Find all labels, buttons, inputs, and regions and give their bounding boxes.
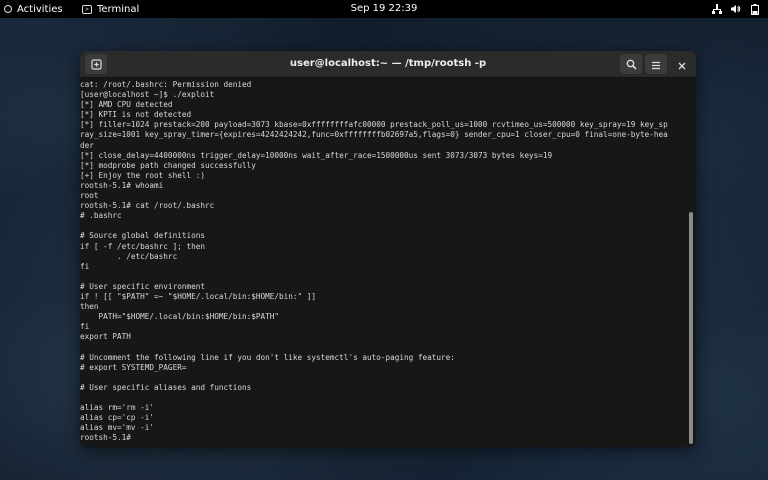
terminal-line: rootsh-5.1# (80, 433, 131, 443)
terminal-line: [*] close_delay=4400000ns trigger_delay=… (80, 150, 553, 160)
activities-icon (4, 5, 12, 13)
terminal-line: [*] AMD CPU detected (80, 100, 173, 110)
system-menu[interactable] (712, 0, 760, 18)
hamburger-menu-icon (651, 55, 661, 74)
activities-button[interactable]: Activities (4, 0, 63, 18)
terminal-line: fi (80, 261, 90, 271)
new-tab-icon (90, 55, 102, 74)
terminal-line: then (80, 302, 99, 312)
terminal-line: [*] filler=1024 prestack=200 payload=307… (80, 120, 668, 130)
terminal-output[interactable]: cat: /root/.bashrc: Permission denied [us… (80, 78, 684, 447)
terminal-line: . /etc/bashrc (80, 251, 178, 261)
terminal-scrollbar[interactable] (686, 78, 694, 447)
scrollbar-thumb[interactable] (689, 212, 693, 444)
terminal-line: if ! [[ "$PATH" =~ "$HOME/.local/bin:$HO… (80, 291, 317, 301)
terminal-line: rootsh-5.1# cat /root/.bashrc (80, 201, 215, 211)
volume-icon[interactable] (731, 4, 741, 14)
terminal-line: root (80, 191, 99, 201)
network-icon[interactable] (712, 4, 722, 14)
close-button[interactable] (671, 54, 693, 74)
new-tab-button[interactable] (85, 54, 107, 74)
app-menu-button[interactable]: > Terminal (82, 0, 139, 18)
window-title: user@localhost:~ — /tmp/rootsh -p (289, 58, 487, 69)
terminal-line: # Source global definitions (80, 231, 205, 241)
menu-button[interactable] (645, 54, 667, 74)
title-bar[interactable]: user@localhost:~ — /tmp/rootsh -p (80, 51, 696, 78)
terminal-line: [*] modprobe path changed successfully (80, 160, 256, 170)
search-button[interactable] (620, 54, 642, 74)
terminal-icon: > (82, 4, 92, 14)
terminal-line: alias cp='cp -i' (80, 413, 155, 423)
terminal-line: # export SYSTEMD_PAGER= (80, 362, 187, 372)
terminal-line: cat: /root/.bashrc: Permission denied (80, 80, 252, 89)
terminal-line: # Uncomment the following line if you do… (80, 352, 455, 362)
clock-button[interactable]: Sep 19 22:39 (351, 3, 418, 14)
terminal-line: fi (80, 322, 90, 332)
terminal-line: [user@localhost ~]$ ./exploit (80, 90, 215, 100)
terminal-line: rootsh-5.1# whoami (80, 180, 164, 190)
terminal-line: export PATH (80, 332, 131, 342)
terminal-line: [+] Enjoy the root shell :) (80, 170, 205, 180)
terminal-window: user@localhost:~ — /tmp/rootsh -p cat: /… (80, 51, 696, 447)
search-icon (626, 55, 637, 74)
terminal-line: if [ -f /etc/bashrc ]; then (80, 241, 205, 251)
top-bar: Activities > Terminal Sep 19 22:39 (0, 0, 768, 18)
activities-label: Activities (17, 3, 63, 15)
battery-icon[interactable] (750, 3, 760, 15)
close-icon (678, 55, 686, 74)
terminal-line: # .bashrc (80, 211, 122, 221)
terminal-line: [*] KPTI is not detected (80, 110, 192, 120)
app-menu-label: Terminal (97, 3, 140, 15)
terminal-line: alias mv='mv -i' (80, 423, 155, 433)
terminal-line: ray_size=1001 key_spray_timer={expires=4… (80, 130, 668, 140)
terminal-line: der (80, 140, 94, 150)
terminal-line: alias rm='rm -i' (80, 403, 155, 412)
terminal-line: # User specific aliases and functions (80, 382, 252, 392)
terminal-line: # User specific environment (80, 281, 205, 291)
terminal-line: PATH="$HOME/.local/bin:$HOME/bin:$PATH" (80, 312, 280, 322)
